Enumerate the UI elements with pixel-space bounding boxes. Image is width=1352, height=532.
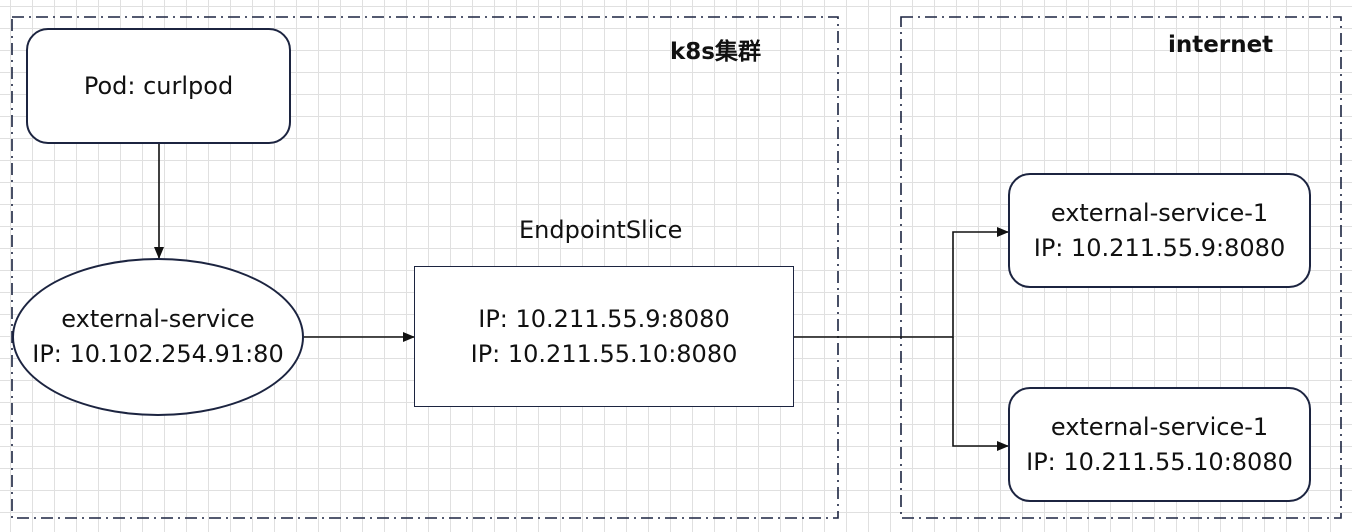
internet-group-title: internet xyxy=(1168,32,1274,58)
endpointslice-node[interactable]: IP: 10.211.55.9:8080 IP: 10.211.55.10:80… xyxy=(414,266,794,407)
endpointslice-ip-1: IP: 10.211.55.9:8080 xyxy=(478,304,730,333)
endpointslice-ip-2: IP: 10.211.55.10:8080 xyxy=(470,339,738,368)
endpointslice-to-external-2-arrow xyxy=(952,337,1009,451)
pod-node[interactable]: Pod: curlpod xyxy=(26,28,291,144)
external-service-node-1[interactable]: external-service-1 IP: 10.211.55.9:8080 xyxy=(1008,173,1311,288)
service-name: external-service xyxy=(61,305,255,333)
service-node[interactable]: external-service IP: 10.102.254.91:80 xyxy=(12,258,304,416)
external-service-ip: IP: 10.211.55.9:8080 xyxy=(1033,233,1286,262)
pod-label: Pod: curlpod xyxy=(83,71,234,100)
external-service-node-2[interactable]: external-service-1 IP: 10.211.55.10:8080 xyxy=(1008,387,1311,502)
diagram-canvas: k8s集群 internet Pod: curlpod external-ser… xyxy=(0,0,1352,532)
cluster-group-title: k8s集群 xyxy=(670,39,761,65)
endpointslice-title: EndpointSlice xyxy=(519,216,683,244)
external-service-name: external-service-1 xyxy=(1050,412,1269,441)
service-ip: IP: 10.102.254.91:80 xyxy=(32,340,284,368)
external-service-name: external-service-1 xyxy=(1050,198,1269,227)
external-service-ip: IP: 10.211.55.10:8080 xyxy=(1026,447,1293,476)
